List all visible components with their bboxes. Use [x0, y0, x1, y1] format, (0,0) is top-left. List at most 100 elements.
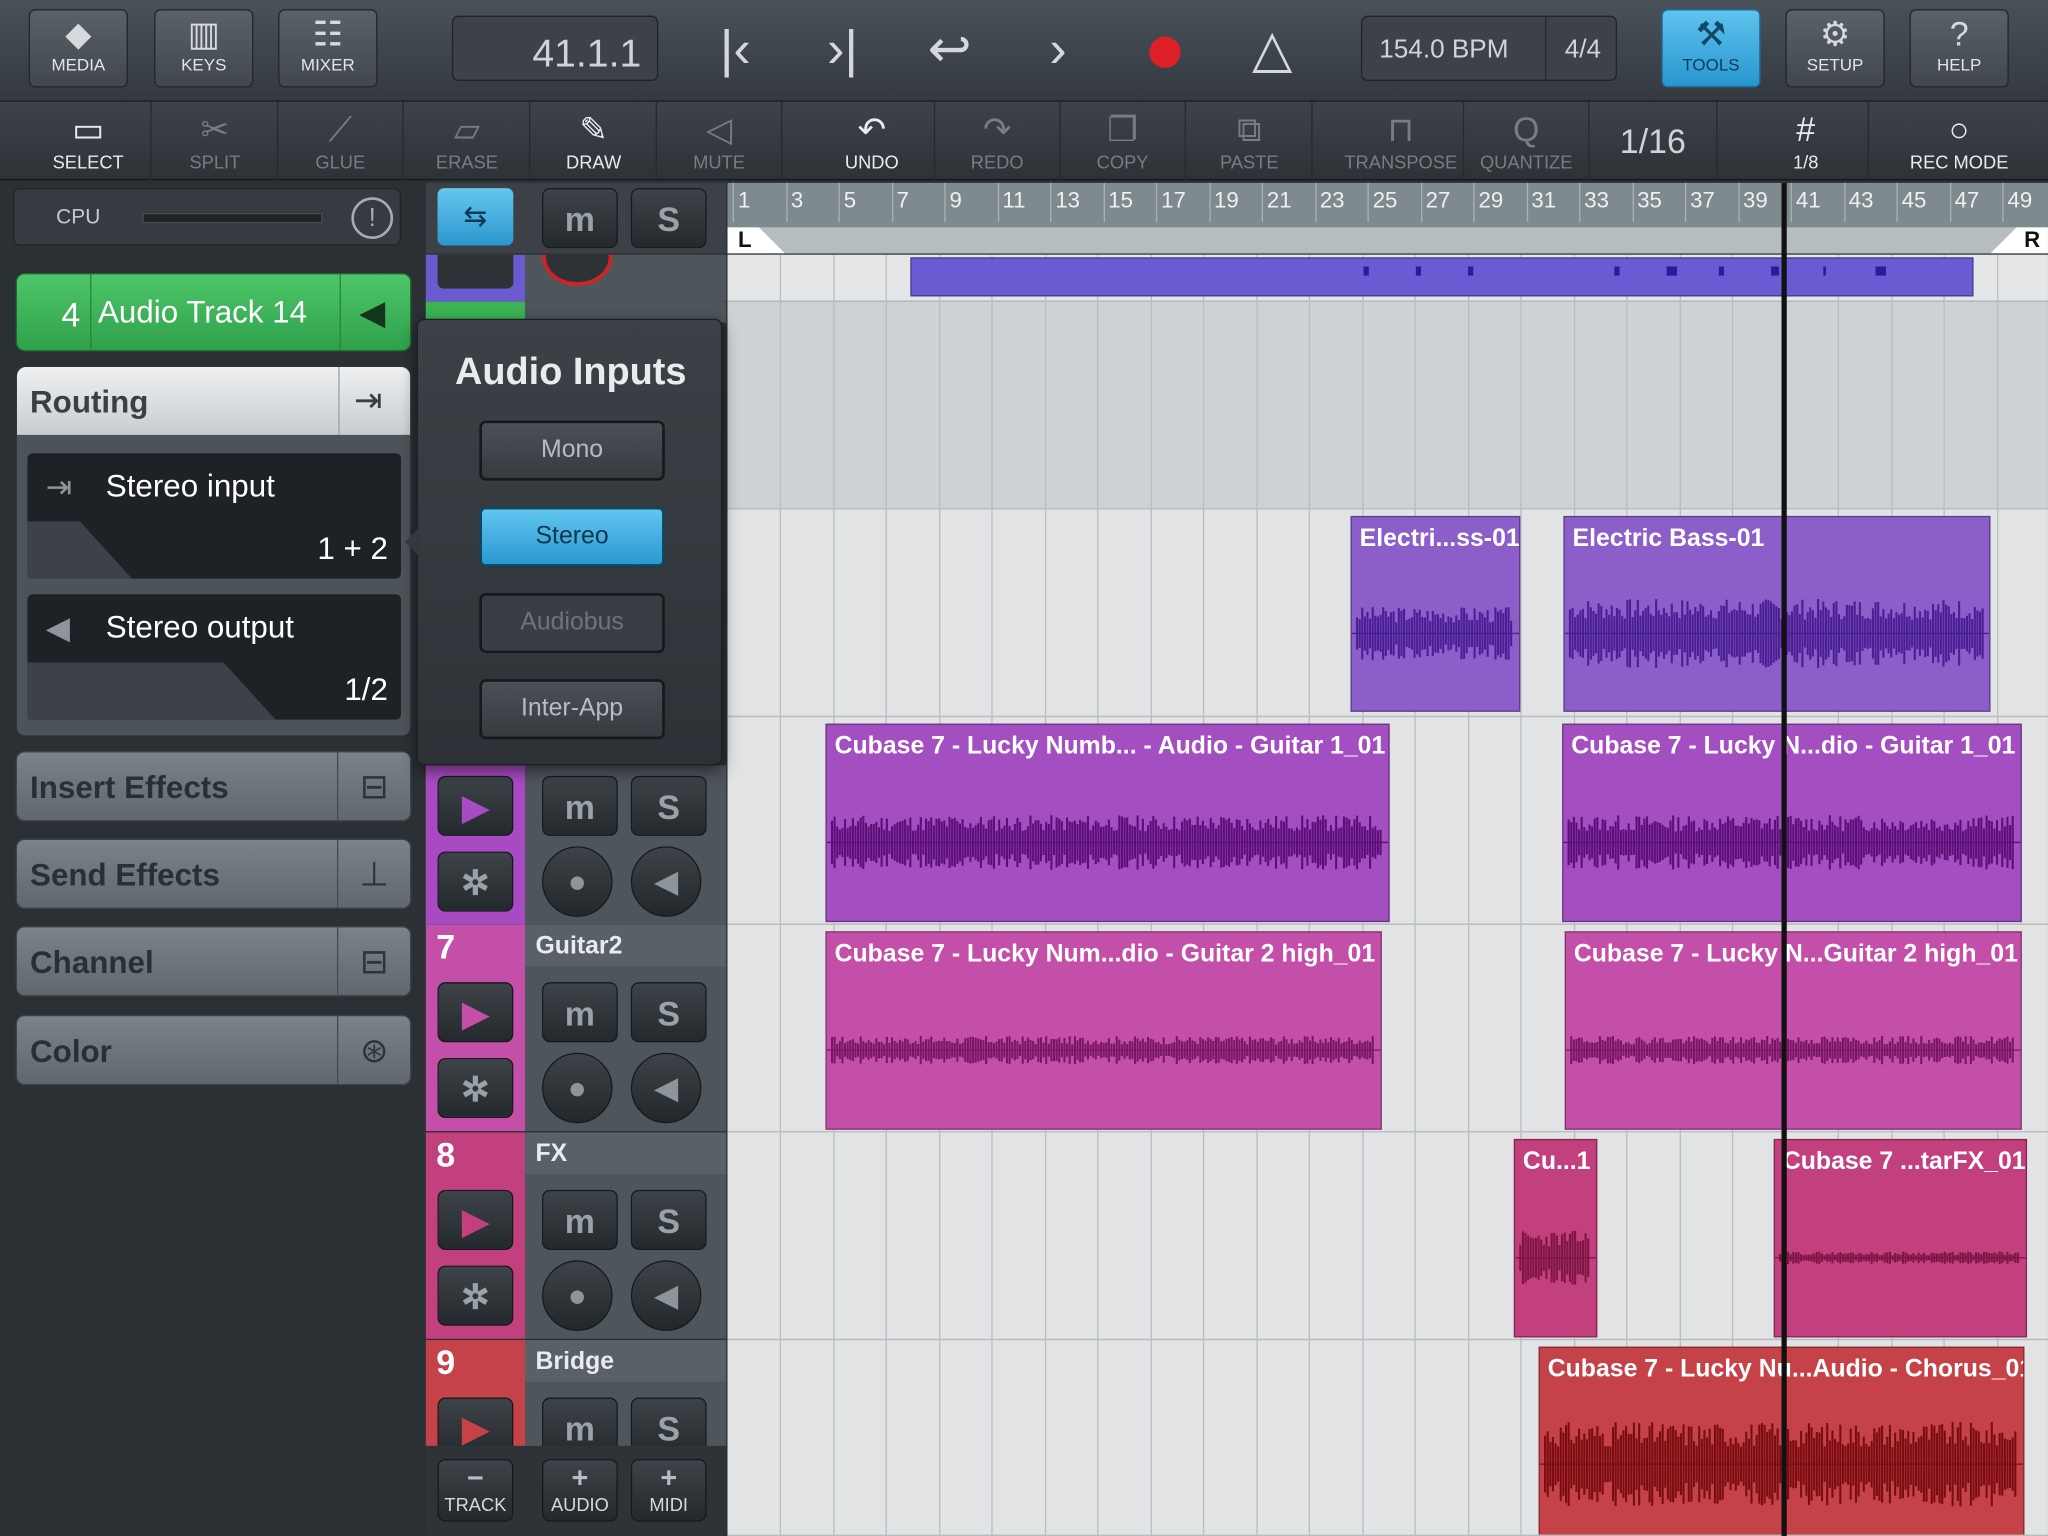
- grid-line: [1044, 1132, 1046, 1339]
- track-header[interactable]: 8 FX ▶ m S ✲ ● ◀: [425, 1132, 727, 1339]
- global-mute-button[interactable]: m: [542, 188, 618, 249]
- record-arm-button[interactable]: ●: [542, 1052, 613, 1124]
- midi-clip[interactable]: [910, 257, 1974, 297]
- edit-button[interactable]: ✲: [437, 851, 514, 912]
- clip-guitar1-a[interactable]: Cubase 7 - Lucky Numb... - Audio - Guita…: [825, 723, 1390, 923]
- forward-to-end-button[interactable]: ›|: [803, 16, 881, 84]
- mono-option[interactable]: Mono: [479, 420, 665, 481]
- timeline-ruler[interactable]: 1 3 5 7 9 11 13 15 17 19 21 23 25 27 29 31 33 35 37 39 41 43 4…: [727, 182, 2048, 254]
- play-icon: ▶: [462, 993, 489, 1034]
- clip-bass-a[interactable]: Electri...ss-01: [1350, 515, 1521, 712]
- grid-line: [1678, 1132, 1681, 1339]
- mixer-button[interactable]: ☷ MIXER: [278, 9, 378, 88]
- ruler-tick: 31: [1526, 182, 1556, 223]
- output-selector[interactable]: ◀ Stereo output 1/2: [27, 594, 401, 720]
- transpose-button[interactable]: ⊓ TRANSPOSE: [1339, 101, 1465, 181]
- clip-guitar2-a[interactable]: Cubase 7 - Lucky Num...dio - Guitar 2 hi…: [825, 931, 1382, 1130]
- inter-app-option[interactable]: Inter-App: [479, 679, 665, 740]
- glue-tool[interactable]: ⟋ GLUE: [278, 101, 404, 181]
- collapse-arrow-icon[interactable]: ◀: [359, 293, 385, 333]
- clip-fx-b[interactable]: Cubase 7 ...tarFX_01: [1773, 1138, 2028, 1338]
- solo-button[interactable]: S: [630, 1397, 707, 1448]
- mute-button[interactable]: m: [542, 775, 618, 836]
- copy-button[interactable]: ❐ COPY: [1061, 101, 1186, 181]
- clip-fx-a[interactable]: Cu...1: [1513, 1138, 1598, 1338]
- play-button[interactable]: ▶: [437, 775, 514, 836]
- help-button[interactable]: ? HELP: [1909, 9, 2009, 88]
- tools-button[interactable]: ⚒ TOOLS: [1661, 9, 1761, 88]
- input-selector[interactable]: ⇥ Stereo input 1 + 2: [27, 453, 401, 579]
- solo-button[interactable]: S: [630, 1189, 707, 1250]
- track-header[interactable]: 9Bridge▶mS✲●◀: [425, 1340, 727, 1448]
- rec-mode-button[interactable]: ○ REC MODE: [1896, 102, 2021, 180]
- grid-line: [991, 301, 993, 509]
- select-tool[interactable]: ▭ SELECT: [26, 101, 152, 181]
- metronome-button[interactable]: △: [1233, 16, 1311, 84]
- split-tool[interactable]: ✂ SPLIT: [153, 101, 279, 181]
- quantize-value[interactable]: 1/16: [1590, 101, 1718, 181]
- record-button[interactable]: [1126, 16, 1204, 84]
- mute-button[interactable]: m: [542, 982, 618, 1043]
- selected-track-header[interactable]: 4 Audio Track 14 ◀: [15, 272, 412, 352]
- insert-effects-button[interactable]: Insert Effects ⊟: [15, 751, 412, 822]
- play-button[interactable]: ▶: [437, 1397, 514, 1448]
- clip-guitar1-b[interactable]: Cubase 7 - Lucky N...dio - Guitar 1_01: [1562, 723, 2022, 923]
- solo-button[interactable]: S: [630, 775, 707, 836]
- add-audio-track-button[interactable]: + AUDIO: [542, 1458, 618, 1522]
- remove-track-button[interactable]: − TRACK: [437, 1458, 514, 1522]
- solo-button[interactable]: S: [630, 982, 707, 1043]
- media-button[interactable]: ◆ MEDIA: [28, 9, 128, 88]
- edit-button[interactable]: ✲: [437, 1057, 514, 1119]
- fit-tracks-button[interactable]: ⇆: [437, 188, 514, 246]
- edit-button[interactable]: ✲: [437, 1265, 514, 1326]
- warning-icon[interactable]: !: [351, 197, 394, 240]
- play-button[interactable]: ›: [1019, 16, 1097, 84]
- stereo-option[interactable]: Stereo: [479, 506, 665, 567]
- keys-button[interactable]: ▥ KEYS: [154, 9, 254, 88]
- cycle-button[interactable]: ↩: [910, 16, 988, 84]
- send-effects-button[interactable]: Send Effects ⊥: [15, 838, 412, 910]
- record-arm-button[interactable]: ●: [542, 1260, 613, 1331]
- channel-button[interactable]: Channel ⊟: [15, 926, 412, 997]
- add-midi-track-button[interactable]: + MIDI: [630, 1458, 707, 1522]
- grid-line: [1361, 1132, 1363, 1339]
- global-solo-button[interactable]: S: [630, 188, 707, 249]
- cpu-label: CPU: [56, 206, 101, 229]
- paste-button[interactable]: ⧉ PASTE: [1187, 101, 1313, 181]
- grid-button[interactable]: #1/8: [1744, 101, 1870, 181]
- clip-bass-b[interactable]: Electric Bass-01: [1563, 515, 1991, 712]
- erase-tool[interactable]: ▱ ERASE: [405, 101, 531, 181]
- speaker-icon: ◀: [45, 611, 70, 647]
- audiobus-option[interactable]: Audiobus: [479, 592, 665, 654]
- rewind-to-start-button[interactable]: |‹: [696, 16, 774, 84]
- record-arm-button[interactable]: ●: [542, 846, 613, 917]
- play-button[interactable]: ▶: [437, 982, 514, 1043]
- monitor-button[interactable]: ◀: [630, 1260, 702, 1331]
- mute-button[interactable]: m: [542, 1397, 618, 1448]
- plus-icon: +: [660, 1461, 678, 1495]
- setup-button[interactable]: ⚙ SETUP: [1785, 9, 1885, 88]
- draw-tool[interactable]: ✎ DRAW: [532, 101, 657, 181]
- clip-guitar2-b[interactable]: Cubase 7 - Lucky N...Guitar 2 high_01: [1564, 931, 2022, 1130]
- popup-title: Audio Inputs: [455, 351, 687, 394]
- color-button[interactable]: Color ⊛: [15, 1014, 412, 1086]
- quantize-button[interactable]: Q QUANTIZE: [1464, 101, 1590, 181]
- redo-button[interactable]: ↷ REDO: [935, 101, 1061, 181]
- monitor-button[interactable]: ◀: [630, 1052, 702, 1124]
- mute-button[interactable]: m: [542, 1189, 618, 1250]
- grid-line: [1097, 301, 1099, 509]
- play-button[interactable]: ▶: [437, 1189, 514, 1250]
- mute-tool[interactable]: ◁ MUTE: [657, 101, 783, 181]
- tempo-display[interactable]: 154.0 BPM 4/4: [1360, 15, 1617, 81]
- track-header[interactable]: 7 Guitar2 ▶ m S ✲ ● ◀: [425, 924, 727, 1132]
- ruler-tick: 21: [1261, 182, 1292, 223]
- playhead[interactable]: [1781, 182, 1787, 1536]
- waveform: [1566, 1036, 2021, 1065]
- song-position[interactable]: 41.1.1: [451, 15, 659, 81]
- grid-line: [779, 301, 782, 509]
- undo-button[interactable]: ↶ UNDO: [810, 101, 936, 181]
- monitor-button[interactable]: ◀: [630, 846, 702, 917]
- grid-line: [1255, 509, 1258, 716]
- channel-icon: ⊟: [336, 927, 410, 996]
- routing-header[interactable]: Routing ⇥: [16, 367, 411, 435]
